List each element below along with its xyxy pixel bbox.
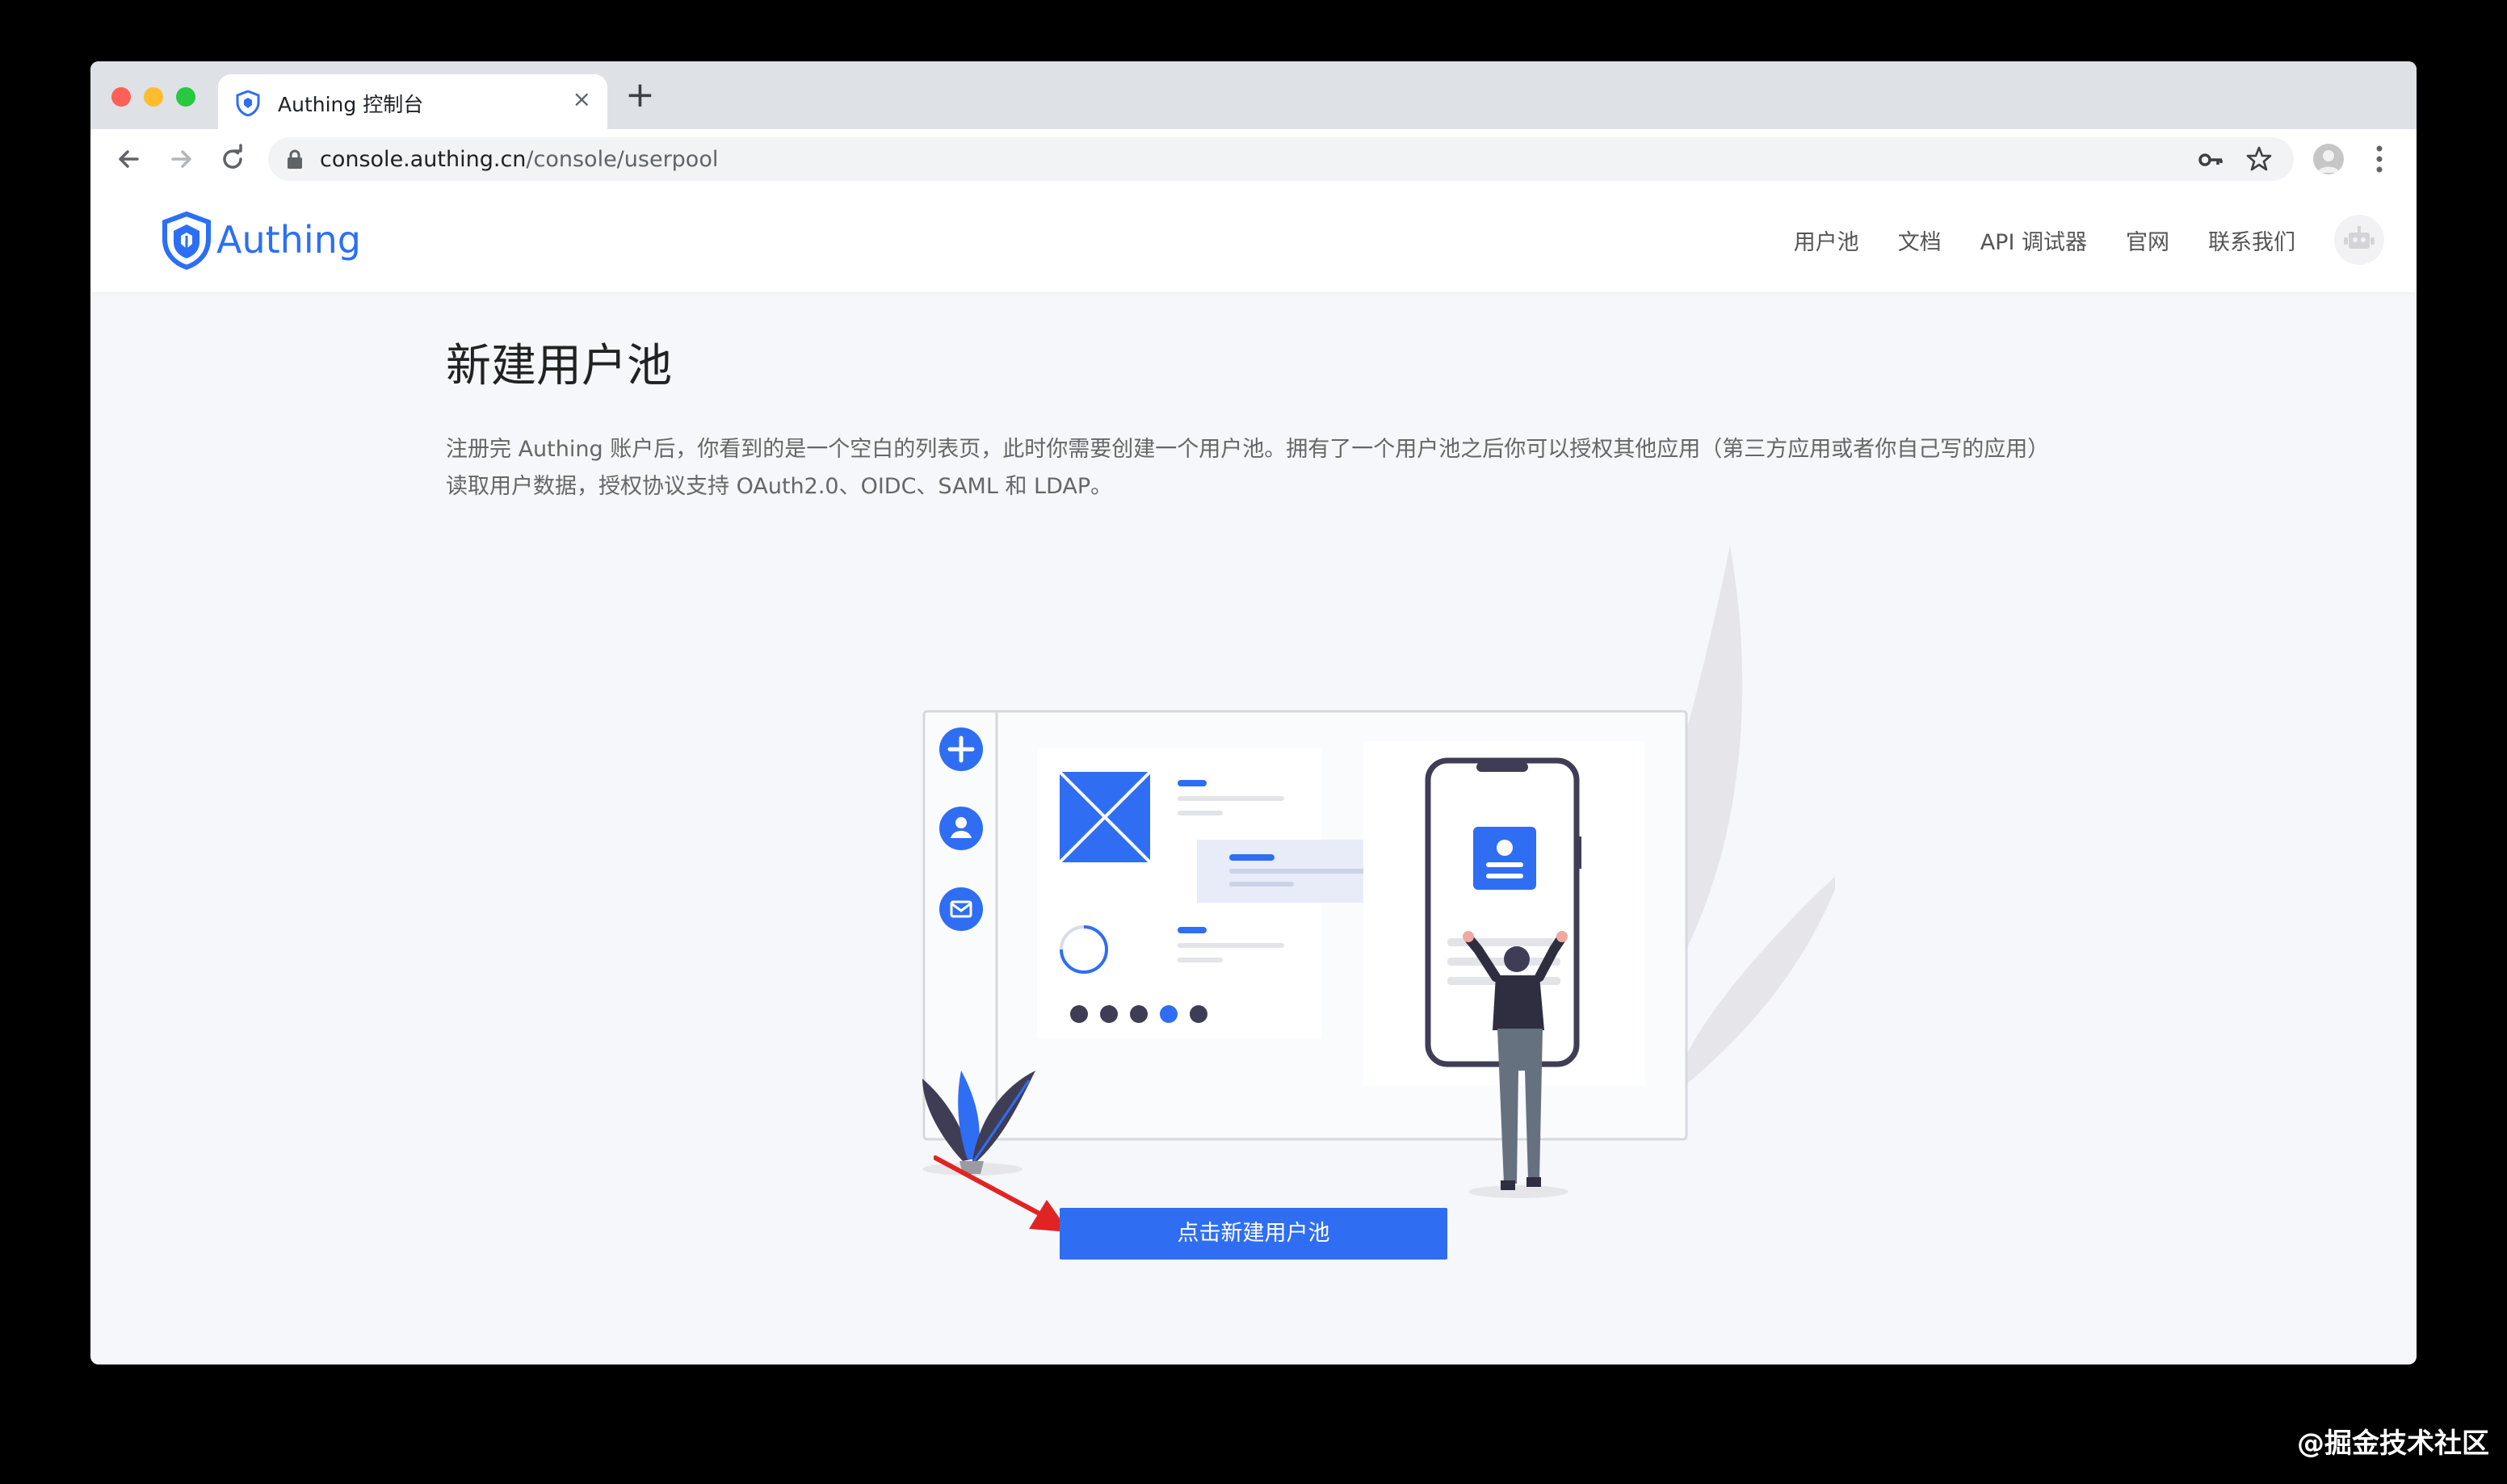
user-avatar[interactable] (2334, 215, 2384, 265)
authing-shield-icon (236, 90, 260, 116)
url-host: console.authing.cn (320, 147, 527, 172)
reload-icon[interactable] (215, 141, 250, 177)
nav-item-website[interactable]: 官网 (2126, 224, 2169, 256)
tab-bar: Authing 控制台 × + (90, 61, 2417, 129)
page-description: 注册完 Authing 账户后，你看到的是一个空白的列表页，此时你需要创建一个用… (446, 437, 2050, 499)
watermark: @掘金技术社区 (2297, 1427, 2489, 1460)
star-icon[interactable] (2245, 145, 2273, 173)
person-icon (2317, 150, 2340, 173)
minimize-window-button[interactable] (144, 87, 163, 107)
close-window-button[interactable] (111, 87, 131, 107)
forward-arrow-icon[interactable] (163, 141, 199, 177)
zoom-window-button[interactable] (176, 87, 195, 107)
address-bar[interactable]: console.authing.cn/console/userpool (268, 137, 2294, 181)
app-header: Authing 用户池 文档 API 调试器 官网 联系我们 (90, 189, 2417, 292)
profile-avatar-icon[interactable] (2313, 144, 2344, 174)
url-path: /console/userpool (526, 147, 719, 172)
nav-item-api-debugger[interactable]: API 调试器 (1980, 224, 2087, 256)
browser-window: Authing 控制台 × + console.authing.cn/conso… (90, 61, 2417, 1365)
nav-item-userpool[interactable]: 用户池 (1794, 224, 1859, 256)
new-tab-button[interactable]: + (625, 78, 655, 113)
key-icon[interactable] (2197, 146, 2224, 174)
logo-text[interactable]: Authing (216, 218, 361, 262)
browser-tab[interactable]: Authing 控制台 × (218, 74, 607, 129)
top-nav: 用户池 文档 API 调试器 官网 联系我们 (1794, 224, 2295, 256)
authing-logo-icon[interactable] (162, 212, 212, 270)
annotation-arrow-icon (934, 1155, 1069, 1232)
page-title: 新建用户池 (446, 340, 672, 392)
tab-title: Authing 控制台 (278, 93, 424, 116)
robot-avatar-icon (2344, 226, 2375, 249)
create-userpool-button[interactable]: 点击新建用户池 (1060, 1208, 1447, 1260)
empty-state-illustration (922, 546, 1835, 1198)
url-text: console.authing.cn/console/userpool (320, 147, 718, 172)
browser-toolbar: console.authing.cn/console/userpool (90, 129, 2417, 190)
menu-dots-icon[interactable] (2375, 144, 2384, 174)
tab-close-icon[interactable]: × (573, 86, 591, 112)
nav-item-docs[interactable]: 文档 (1898, 224, 1942, 256)
back-arrow-icon[interactable] (111, 141, 147, 177)
lock-icon (288, 149, 302, 169)
nav-item-contact[interactable]: 联系我们 (2208, 224, 2295, 256)
